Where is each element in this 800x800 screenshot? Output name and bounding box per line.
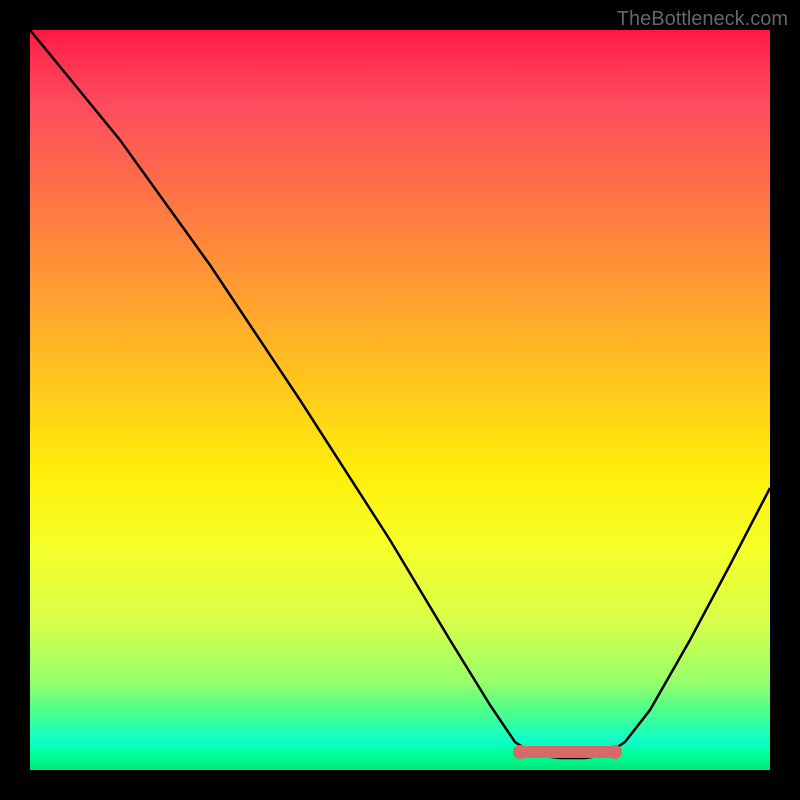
watermark-text: TheBottleneck.com — [617, 8, 788, 31]
bottleneck-curve — [30, 30, 770, 770]
range-end-dot — [608, 745, 622, 759]
optimal-range-marker — [520, 746, 615, 758]
chart-area — [30, 30, 770, 770]
range-start-dot — [513, 745, 527, 759]
